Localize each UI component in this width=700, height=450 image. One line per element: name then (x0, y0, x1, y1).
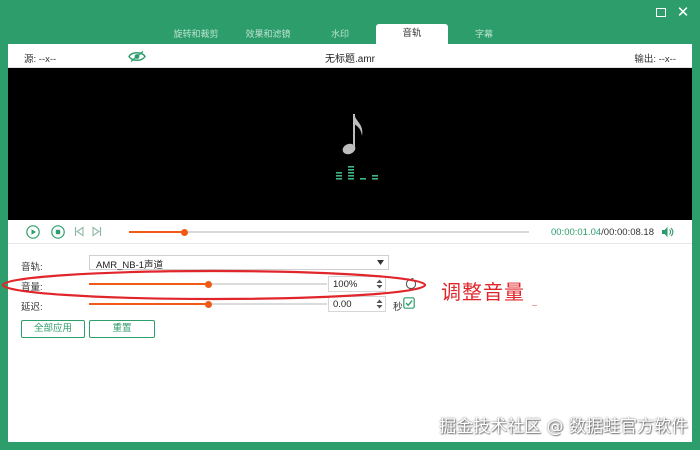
editor-panel: 源: --x-- 无标题.amr 输出: --x-- 00:00:01.04/0… (8, 44, 692, 442)
volume-slider[interactable] (89, 280, 327, 288)
tab-rotate-crop[interactable]: 旋转和裁剪 (160, 24, 232, 44)
apply-all-button[interactable]: 全部应用 (21, 320, 85, 338)
preview-area (8, 68, 692, 220)
music-note-icon (342, 114, 363, 155)
close-icon[interactable]: ✕ (676, 5, 690, 20)
delay-spinner-icon[interactable] (375, 298, 384, 310)
stop-icon[interactable] (51, 225, 65, 239)
track-select-value: AMR_NB-1声道 (96, 260, 164, 271)
playback-progress-fill (129, 231, 185, 233)
eye-icon[interactable] (128, 50, 146, 63)
track-label: 音轨: (21, 262, 43, 273)
delay-unit: 秒 (393, 302, 403, 313)
checkbox-checked-icon[interactable] (403, 297, 415, 309)
volume-slider-handle[interactable] (204, 280, 212, 288)
speaker-icon[interactable] (661, 226, 674, 238)
total-time: /00:00:08.18 (601, 227, 654, 238)
volume-input[interactable]: 100% (328, 276, 386, 292)
time-display: 00:00:01.04/00:00:08.18 (551, 227, 654, 238)
next-frame-icon[interactable] (92, 226, 102, 237)
tab-effects-filters[interactable]: 效果和滤镜 (232, 24, 304, 44)
output-resolution: 输出: --x-- (634, 54, 676, 65)
play-icon[interactable] (26, 225, 40, 239)
title-bar: ✕ 旋转和裁剪 效果和滤镜 水印 音轨 字幕 (0, 0, 700, 44)
delay-slider-handle[interactable] (204, 300, 212, 308)
equalizer-icon (336, 166, 378, 180)
file-title: 无标题.amr (325, 54, 375, 65)
source-resolution: 源: --x-- (24, 54, 57, 65)
delay-label: 延迟: (21, 302, 43, 313)
track-select[interactable]: AMR_NB-1声道 (89, 255, 389, 271)
tab-subtitles[interactable]: 字幕 (448, 24, 520, 44)
watermark-text: 掘金技术社区 @ 数据蛙官方软件 (439, 417, 688, 437)
tab-audio-track[interactable]: 音轨 (376, 24, 448, 44)
reset-button[interactable]: 重置 (89, 320, 155, 338)
maximize-icon[interactable] (654, 6, 668, 20)
annotation-mark (532, 305, 537, 306)
playback-progress-handle[interactable] (180, 228, 188, 236)
delay-slider[interactable] (89, 300, 327, 308)
info-bar: 源: --x-- 无标题.amr 输出: --x-- (8, 44, 692, 68)
chevron-down-icon (377, 260, 384, 265)
volume-slider-fill (89, 283, 208, 285)
volume-value: 100% (333, 279, 358, 290)
volume-label: 音量: (21, 282, 43, 293)
playback-bar: 00:00:01.04/00:00:08.18 (8, 220, 692, 244)
current-time: 00:00:01.04 (550, 227, 602, 238)
delay-slider-fill (89, 303, 208, 305)
volume-spinner-icon[interactable] (375, 278, 384, 290)
delay-input[interactable]: 0.00 (328, 296, 386, 312)
previous-frame-icon[interactable] (74, 226, 84, 237)
tab-watermark[interactable]: 水印 (304, 24, 376, 44)
tab-bar: 旋转和裁剪 效果和滤镜 水印 音轨 字幕 (160, 24, 520, 44)
delay-value: 0.00 (333, 299, 352, 310)
playback-progress[interactable] (129, 228, 529, 236)
reset-volume-icon[interactable] (405, 278, 417, 290)
annotation-text: 调整音量 (441, 280, 525, 304)
